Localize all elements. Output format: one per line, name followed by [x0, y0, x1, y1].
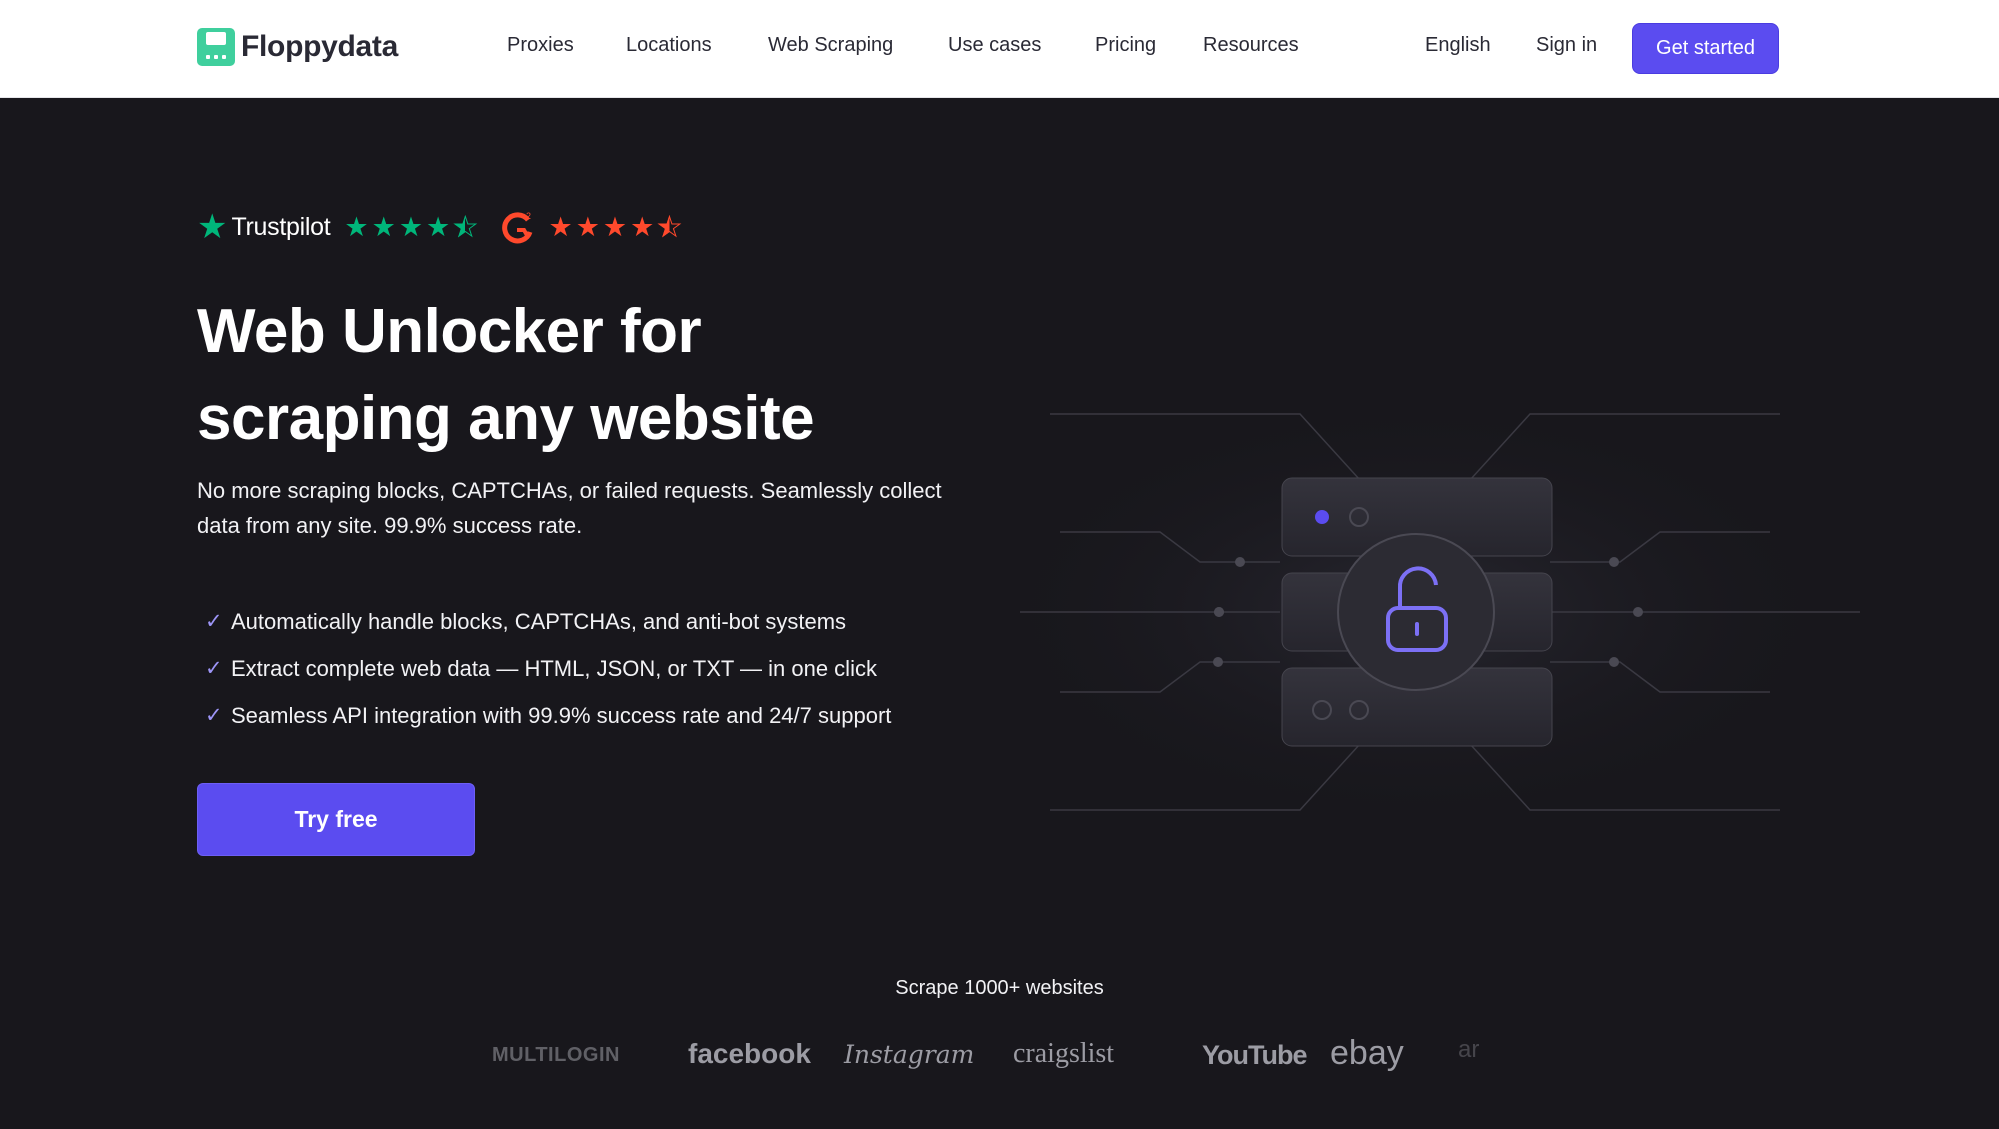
sign-in-link[interactable]: Sign in — [1536, 34, 1597, 57]
half-star-icon: ★ — [657, 211, 682, 242]
brand-craigslist: craigslist — [1013, 1038, 1115, 1069]
nav-pricing[interactable]: Pricing — [1095, 34, 1156, 57]
language-selector[interactable]: English — [1425, 34, 1491, 57]
check-icon: ✓ — [205, 610, 223, 633]
get-started-button[interactable]: Get started — [1632, 23, 1779, 74]
trustpilot-label: Trustpilot — [231, 212, 331, 241]
page-title: Web Unlocker for scraping any website — [197, 288, 1017, 462]
star-icon: ★ — [344, 211, 369, 242]
star-icon: ★ — [575, 211, 600, 242]
server-unlock-illustration — [975, 392, 1860, 832]
star-icon: ★ — [630, 211, 655, 242]
list-item: ✓ Extract complete web data — HTML, JSON… — [205, 645, 891, 692]
star-icon: ★ — [398, 211, 424, 242]
site-header: Floppydata Proxies Locations Web Scrapin… — [0, 0, 1999, 98]
star-icon: ★ — [426, 211, 451, 242]
nav-locations[interactable]: Locations — [626, 34, 712, 57]
brand-youtube: YouTube — [1202, 1040, 1307, 1070]
brand-partial: ar — [1458, 1036, 1480, 1063]
brand-ebay: ebay — [1330, 1034, 1404, 1072]
title-line-2: scraping any website — [197, 384, 815, 453]
star-icon: ★ — [371, 211, 396, 242]
g2-logo-icon: 2 — [502, 211, 533, 244]
floppy-disk-icon — [197, 28, 235, 66]
feature-text: Extract complete web data — HTML, JSON, … — [231, 655, 877, 681]
brand-facebook: facebook — [688, 1038, 811, 1069]
try-free-button[interactable]: Try free — [197, 783, 475, 856]
brand-multilogin: MULTILOGIN — [492, 1044, 620, 1066]
nav-use-cases[interactable]: Use cases — [948, 34, 1041, 57]
trustpilot-star-icon: ★ — [197, 208, 228, 246]
hero-subtitle: No more scraping blocks, CAPTCHAs, or fa… — [197, 478, 942, 538]
nav-web-scraping[interactable]: Web Scraping — [768, 34, 893, 57]
g2-stars: ★ ★ ★ ★ ★ — [548, 211, 684, 242]
list-item: ✓ Seamless API integration with 99.9% su… — [205, 692, 891, 739]
nav-proxies[interactable]: Proxies — [507, 34, 574, 57]
half-star-icon: ★ — [453, 211, 478, 242]
brands-heading: Scrape 1000+ websites — [895, 977, 1104, 999]
nav-resources[interactable]: Resources — [1203, 34, 1299, 57]
check-icon: ✓ — [205, 704, 223, 727]
feature-text: Automatically handle blocks, CAPTCHAs, a… — [231, 608, 847, 634]
star-icon: ★ — [602, 211, 628, 242]
list-item: ✓ Automatically handle blocks, CAPTCHAs,… — [205, 598, 891, 645]
star-icon: ★ — [548, 211, 573, 242]
trustpilot-stars: ★ ★ ★ ★ ★ — [344, 211, 480, 242]
svg-text:2: 2 — [526, 211, 531, 221]
feature-text: Seamless API integration with 99.9% succ… — [231, 702, 892, 728]
ratings-bar: ★ Trustpilot ★ ★ ★ ★ ★ 2 ★ ★ ★ ★ ★ — [197, 207, 685, 247]
brand-instagram: Instagram — [844, 1040, 975, 1069]
check-icon: ✓ — [205, 657, 223, 680]
brand-logos: MULTILOGIN facebook Instagram craigslist… — [490, 1030, 1490, 1090]
logo-text: Floppydata — [241, 30, 399, 63]
title-line-1: Web Unlocker for — [197, 297, 702, 366]
feature-list: ✓ Automatically handle blocks, CAPTCHAs,… — [205, 598, 891, 739]
logo[interactable]: Floppydata — [197, 27, 398, 67]
